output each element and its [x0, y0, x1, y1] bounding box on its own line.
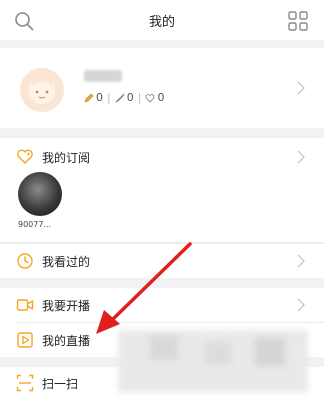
- stat-value: 0: [126, 91, 134, 104]
- pencil-icon: [84, 93, 94, 102]
- pixelated-watermark: [255, 338, 285, 366]
- clock-icon: [17, 253, 33, 269]
- subscribed-channel-name[interactable]: 90077...: [18, 220, 51, 229]
- stat-separator: |: [107, 91, 111, 104]
- profile-stats: 0 | 0 | 0: [84, 91, 164, 104]
- stat-brush: 0: [115, 91, 134, 104]
- pixelated-watermark: [150, 336, 178, 360]
- avatar-face-icon: [20, 68, 64, 112]
- brush-icon: [115, 93, 125, 102]
- chevron-right-icon: [297, 298, 305, 312]
- stat-heart: 0: [145, 91, 164, 104]
- chevron-right-icon: [297, 254, 305, 268]
- menu-item-history[interactable]: 我看过的: [0, 244, 324, 278]
- start-live-label: 我要开播: [42, 299, 91, 313]
- menu-item-start-live[interactable]: 我要开播: [0, 288, 324, 322]
- section-gap: [0, 278, 324, 288]
- subscribed-channel-avatar[interactable]: [18, 172, 62, 216]
- history-label: 我看过的: [42, 255, 91, 269]
- page-title: 我的: [148, 15, 175, 30]
- top-bar: 我的: [0, 0, 324, 40]
- heart-icon: [146, 93, 155, 103]
- stat-separator: |: [137, 91, 142, 104]
- stat-value: 0: [157, 91, 165, 104]
- play-icon: [17, 332, 33, 348]
- grid-icon[interactable]: [287, 10, 309, 32]
- scan-label: 扫一扫: [42, 377, 79, 391]
- my-live-label: 我的直播: [42, 334, 91, 348]
- chevron-right-icon: [297, 81, 305, 95]
- pixelated-watermark: [205, 342, 231, 364]
- profile-card[interactable]: 0 | 0 | 0: [0, 48, 324, 128]
- stat-pencil: 0: [84, 91, 103, 104]
- scan-icon: [16, 374, 34, 392]
- chevron-right-icon[interactable]: [296, 150, 306, 164]
- heart-tag-icon: [17, 149, 33, 164]
- section-gap: [0, 128, 324, 138]
- section-gap: [0, 40, 324, 48]
- username-blurred: [84, 70, 122, 82]
- subscription-label[interactable]: 我的订阅: [42, 149, 90, 166]
- stat-value: 0: [96, 91, 103, 104]
- video-camera-icon: [16, 299, 34, 311]
- avatar[interactable]: [20, 68, 64, 112]
